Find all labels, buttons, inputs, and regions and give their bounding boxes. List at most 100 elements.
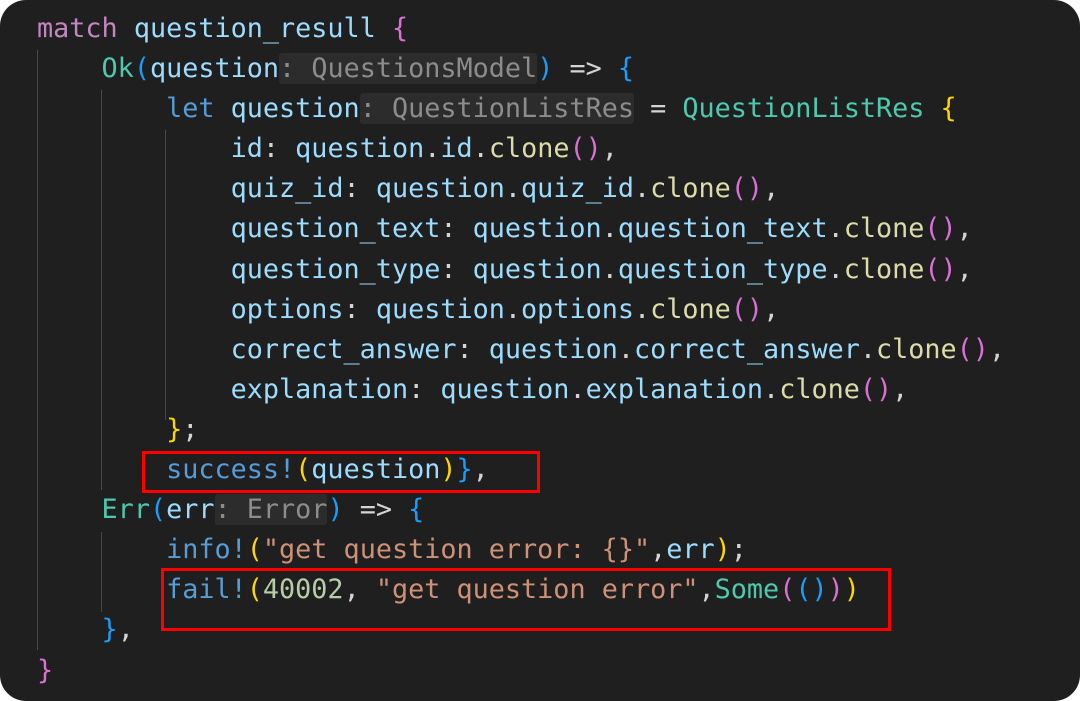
- code-token: .: [424, 133, 441, 165]
- code-token: info!: [166, 534, 247, 566]
- code-token: quiz_id: [521, 173, 634, 205]
- code-token: .: [633, 293, 651, 325]
- code-editor: match question_resull { Ok(question: Que…: [0, 0, 1080, 701]
- code-token: ,: [763, 293, 780, 325]
- code-token: err: [166, 494, 215, 526]
- code-token: =>: [553, 53, 618, 85]
- code-token: (: [246, 534, 263, 566]
- code-token: .: [601, 213, 618, 245]
- code-token: correct_answer: [633, 333, 860, 365]
- code-token: ,: [650, 534, 667, 566]
- inlay-type-hint: : Error: [214, 494, 328, 526]
- code-token: clone: [779, 373, 860, 405]
- code-line: };: [37, 410, 1005, 450]
- code-token: ,: [601, 133, 618, 165]
- code-token: .: [504, 293, 522, 325]
- code-token: "get question error: {}": [262, 534, 651, 566]
- code-token: {: [408, 494, 425, 526]
- code-token: explanation: [230, 373, 409, 405]
- code-token: id: [230, 133, 263, 165]
- code-token: ): [327, 494, 344, 526]
- code-token: Err: [101, 494, 150, 526]
- code-token: :: [343, 173, 376, 205]
- code-token: .: [569, 373, 586, 405]
- code-token: {: [375, 13, 409, 44]
- code-token: :: [408, 373, 441, 405]
- code-token: clone: [488, 133, 570, 165]
- code-token: let: [166, 93, 231, 125]
- code-token: (): [730, 293, 764, 325]
- code-token: }: [37, 654, 54, 686]
- success-call-highlight: [142, 451, 540, 493]
- code-line: }: [37, 651, 1005, 691]
- inlay-type-hint: : QuestionsModel: [279, 53, 538, 85]
- code-token: }: [101, 614, 118, 646]
- code-token: correct_answer: [230, 333, 457, 365]
- code-token: clone: [843, 213, 925, 245]
- code-token: options: [230, 293, 344, 325]
- code-line: let question: QuestionListRes = Question…: [37, 89, 1005, 129]
- code-line: Err(err: Error) => {: [37, 490, 1005, 530]
- code-line: question_type: question.question_type.cl…: [37, 250, 1005, 290]
- code-token: QuestionListRes: [682, 93, 925, 125]
- code-token: (: [133, 53, 150, 85]
- code-token: question: [472, 253, 602, 285]
- code-line: info!("get question error: {}",err);: [37, 530, 1005, 570]
- code-token: {: [617, 53, 635, 85]
- code-token: ;: [730, 534, 747, 566]
- code-token: question: [472, 213, 602, 245]
- code-token: .: [504, 173, 522, 205]
- code-token: err: [666, 534, 715, 566]
- code-token: }: [166, 413, 183, 445]
- inlay-type-hint: : QuestionListRes: [359, 93, 634, 125]
- code-token: quiz_id: [230, 173, 344, 205]
- code-token: =: [633, 93, 683, 125]
- code-token: question: [488, 333, 618, 365]
- code-token: question: [295, 133, 425, 165]
- code-token: {: [924, 93, 957, 125]
- code-line: explanation: question.explanation.clone(…: [37, 370, 1005, 410]
- code-token: .: [827, 213, 844, 245]
- code-token: ;: [182, 413, 199, 445]
- code-line: quiz_id: question.quiz_id.clone(),: [37, 169, 1005, 209]
- code-token: match: [37, 13, 134, 44]
- code-line: match question_resull {: [37, 9, 1005, 49]
- code-token: id: [440, 133, 473, 165]
- code-token: question: [375, 173, 505, 205]
- code-line: id: question.id.clone(),: [37, 129, 1005, 169]
- code-token: (): [569, 133, 602, 165]
- code-token: :: [262, 133, 296, 165]
- code-token: :: [456, 333, 489, 365]
- code-token: :: [343, 293, 376, 325]
- code-token: clone: [650, 173, 731, 205]
- code-token: question_type: [617, 253, 828, 285]
- code-token: question_text: [230, 213, 441, 245]
- code-token: ,: [956, 253, 973, 285]
- code-token: clone: [843, 253, 925, 285]
- code-token: options: [521, 293, 634, 325]
- code-token: (): [859, 373, 893, 405]
- fail-call-highlight: [161, 568, 891, 631]
- code-token: clone: [650, 293, 731, 325]
- code-token: (): [956, 333, 989, 365]
- code-token: ,: [988, 333, 1006, 365]
- code-token: :: [440, 253, 473, 285]
- code-token: ): [537, 53, 554, 85]
- code-token: .: [472, 133, 489, 165]
- code-line: question_text: question.question_text.cl…: [37, 209, 1005, 249]
- code-token: ,: [956, 213, 973, 245]
- code-token: .: [601, 253, 618, 285]
- code-token: .: [633, 173, 651, 205]
- code-token: (): [730, 173, 764, 205]
